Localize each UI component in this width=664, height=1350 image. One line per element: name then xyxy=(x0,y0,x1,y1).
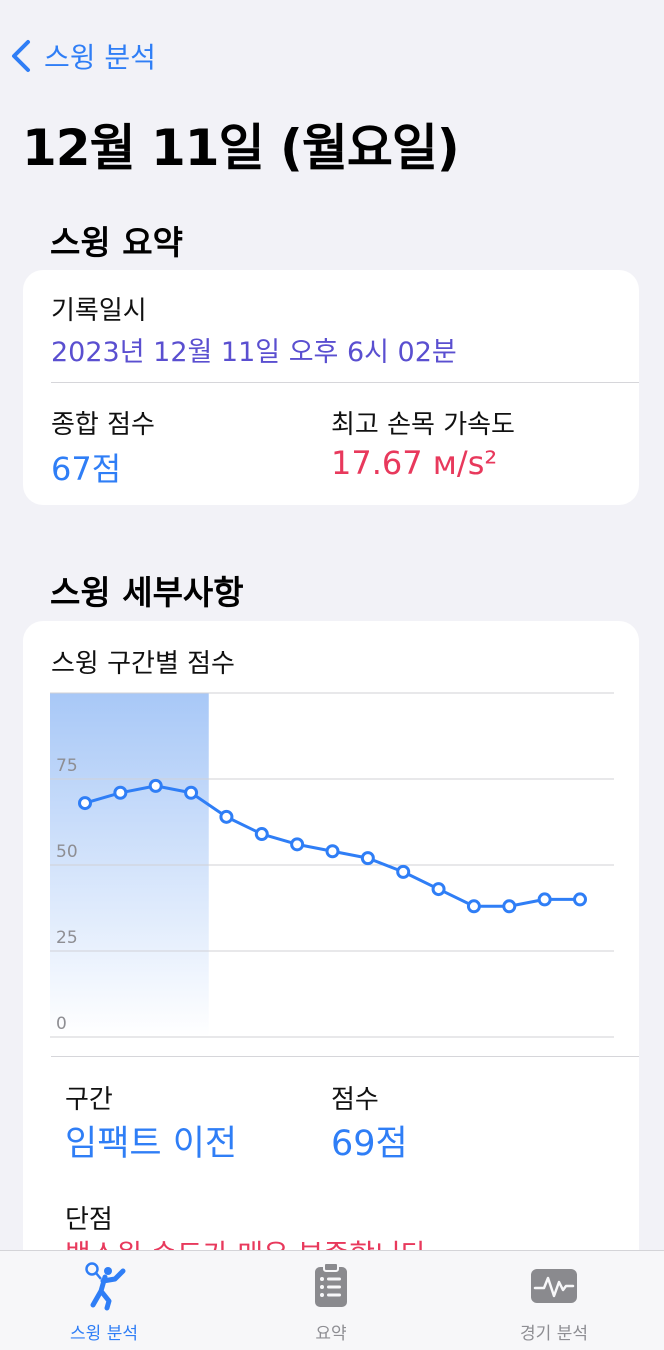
tab-swing-analysis[interactable]: 스윙 분석 xyxy=(4,1251,204,1350)
chevron-left-icon xyxy=(12,40,30,72)
divider xyxy=(51,1056,639,1057)
data-point xyxy=(254,827,269,842)
data-point xyxy=(78,796,92,811)
data-point xyxy=(360,851,375,866)
tab-match-analysis[interactable]: 경기 분석 xyxy=(454,1251,654,1350)
line-chart[interactable]: 0 25 50 75 xyxy=(50,691,614,1041)
tab-summary[interactable]: 요약 xyxy=(231,1251,431,1350)
tab-label: 스윙 분석 xyxy=(70,1324,138,1344)
summary-card: 기록일시 2023년 12월 11일 오후 6시 02분 종합 점수 67점 최… xyxy=(23,270,639,505)
segment-label: 구간 xyxy=(65,1085,113,1115)
weakness-label: 단점 xyxy=(65,1205,113,1235)
data-point xyxy=(184,785,199,800)
data-point xyxy=(219,809,234,824)
divider xyxy=(51,382,639,383)
y-tick-label: 50 xyxy=(56,842,78,862)
accel-value: 17.67 ᴍ/s² xyxy=(331,444,498,482)
data-point xyxy=(290,837,305,852)
waveform-icon xyxy=(531,1269,577,1303)
page-title: 12월 11일 (월요일) xyxy=(22,119,460,177)
data-point xyxy=(148,778,163,793)
segment-value: 임팩트 이전 xyxy=(65,1124,238,1164)
weakness-value: 백스윙 속도가 매우 부족합니다 xyxy=(65,1233,625,1250)
y-tick-label: 0 xyxy=(56,1014,67,1034)
data-point xyxy=(502,899,517,914)
tab-label: 경기 분석 xyxy=(520,1324,588,1344)
accel-label: 최고 손목 가속도 xyxy=(331,410,515,440)
summary-section-title: 스윙 요약 xyxy=(50,223,183,262)
chart-title: 스윙 구간별 점수 xyxy=(51,649,235,679)
data-point xyxy=(466,899,481,914)
clipboard-icon xyxy=(315,1262,347,1307)
data-point xyxy=(537,892,552,907)
data-point xyxy=(573,892,587,907)
back-label: 스윙 분석 xyxy=(44,41,156,74)
y-tick-label: 25 xyxy=(56,928,78,948)
record-value: 2023년 12월 11일 오후 6시 02분 xyxy=(51,337,457,368)
data-point xyxy=(113,785,128,800)
points-value: 69점 xyxy=(331,1124,408,1164)
score-label: 종합 점수 xyxy=(51,410,155,440)
y-tick-label: 75 xyxy=(56,756,78,776)
data-point xyxy=(396,864,411,879)
details-card: 스윙 구간별 점수 0 25 50 75 구간 임팩트 이전 점수 69점 단점 백스… xyxy=(23,621,639,1321)
badminton-player-icon xyxy=(85,1262,126,1311)
points-label: 점수 xyxy=(331,1085,379,1115)
details-section-title: 스윙 세부사항 xyxy=(50,573,244,612)
tab-label: 요약 xyxy=(315,1324,347,1344)
tab-bar: 스윙 분석 요약 경기 분석 xyxy=(0,1250,664,1350)
data-point xyxy=(325,844,340,859)
score-chart[interactable]: 0 25 50 75 xyxy=(50,691,614,1041)
back-button[interactable]: 스윙 분석 xyxy=(10,36,156,76)
data-point xyxy=(431,882,446,897)
record-label: 기록일시 xyxy=(51,296,147,326)
score-value: 67점 xyxy=(51,450,122,488)
